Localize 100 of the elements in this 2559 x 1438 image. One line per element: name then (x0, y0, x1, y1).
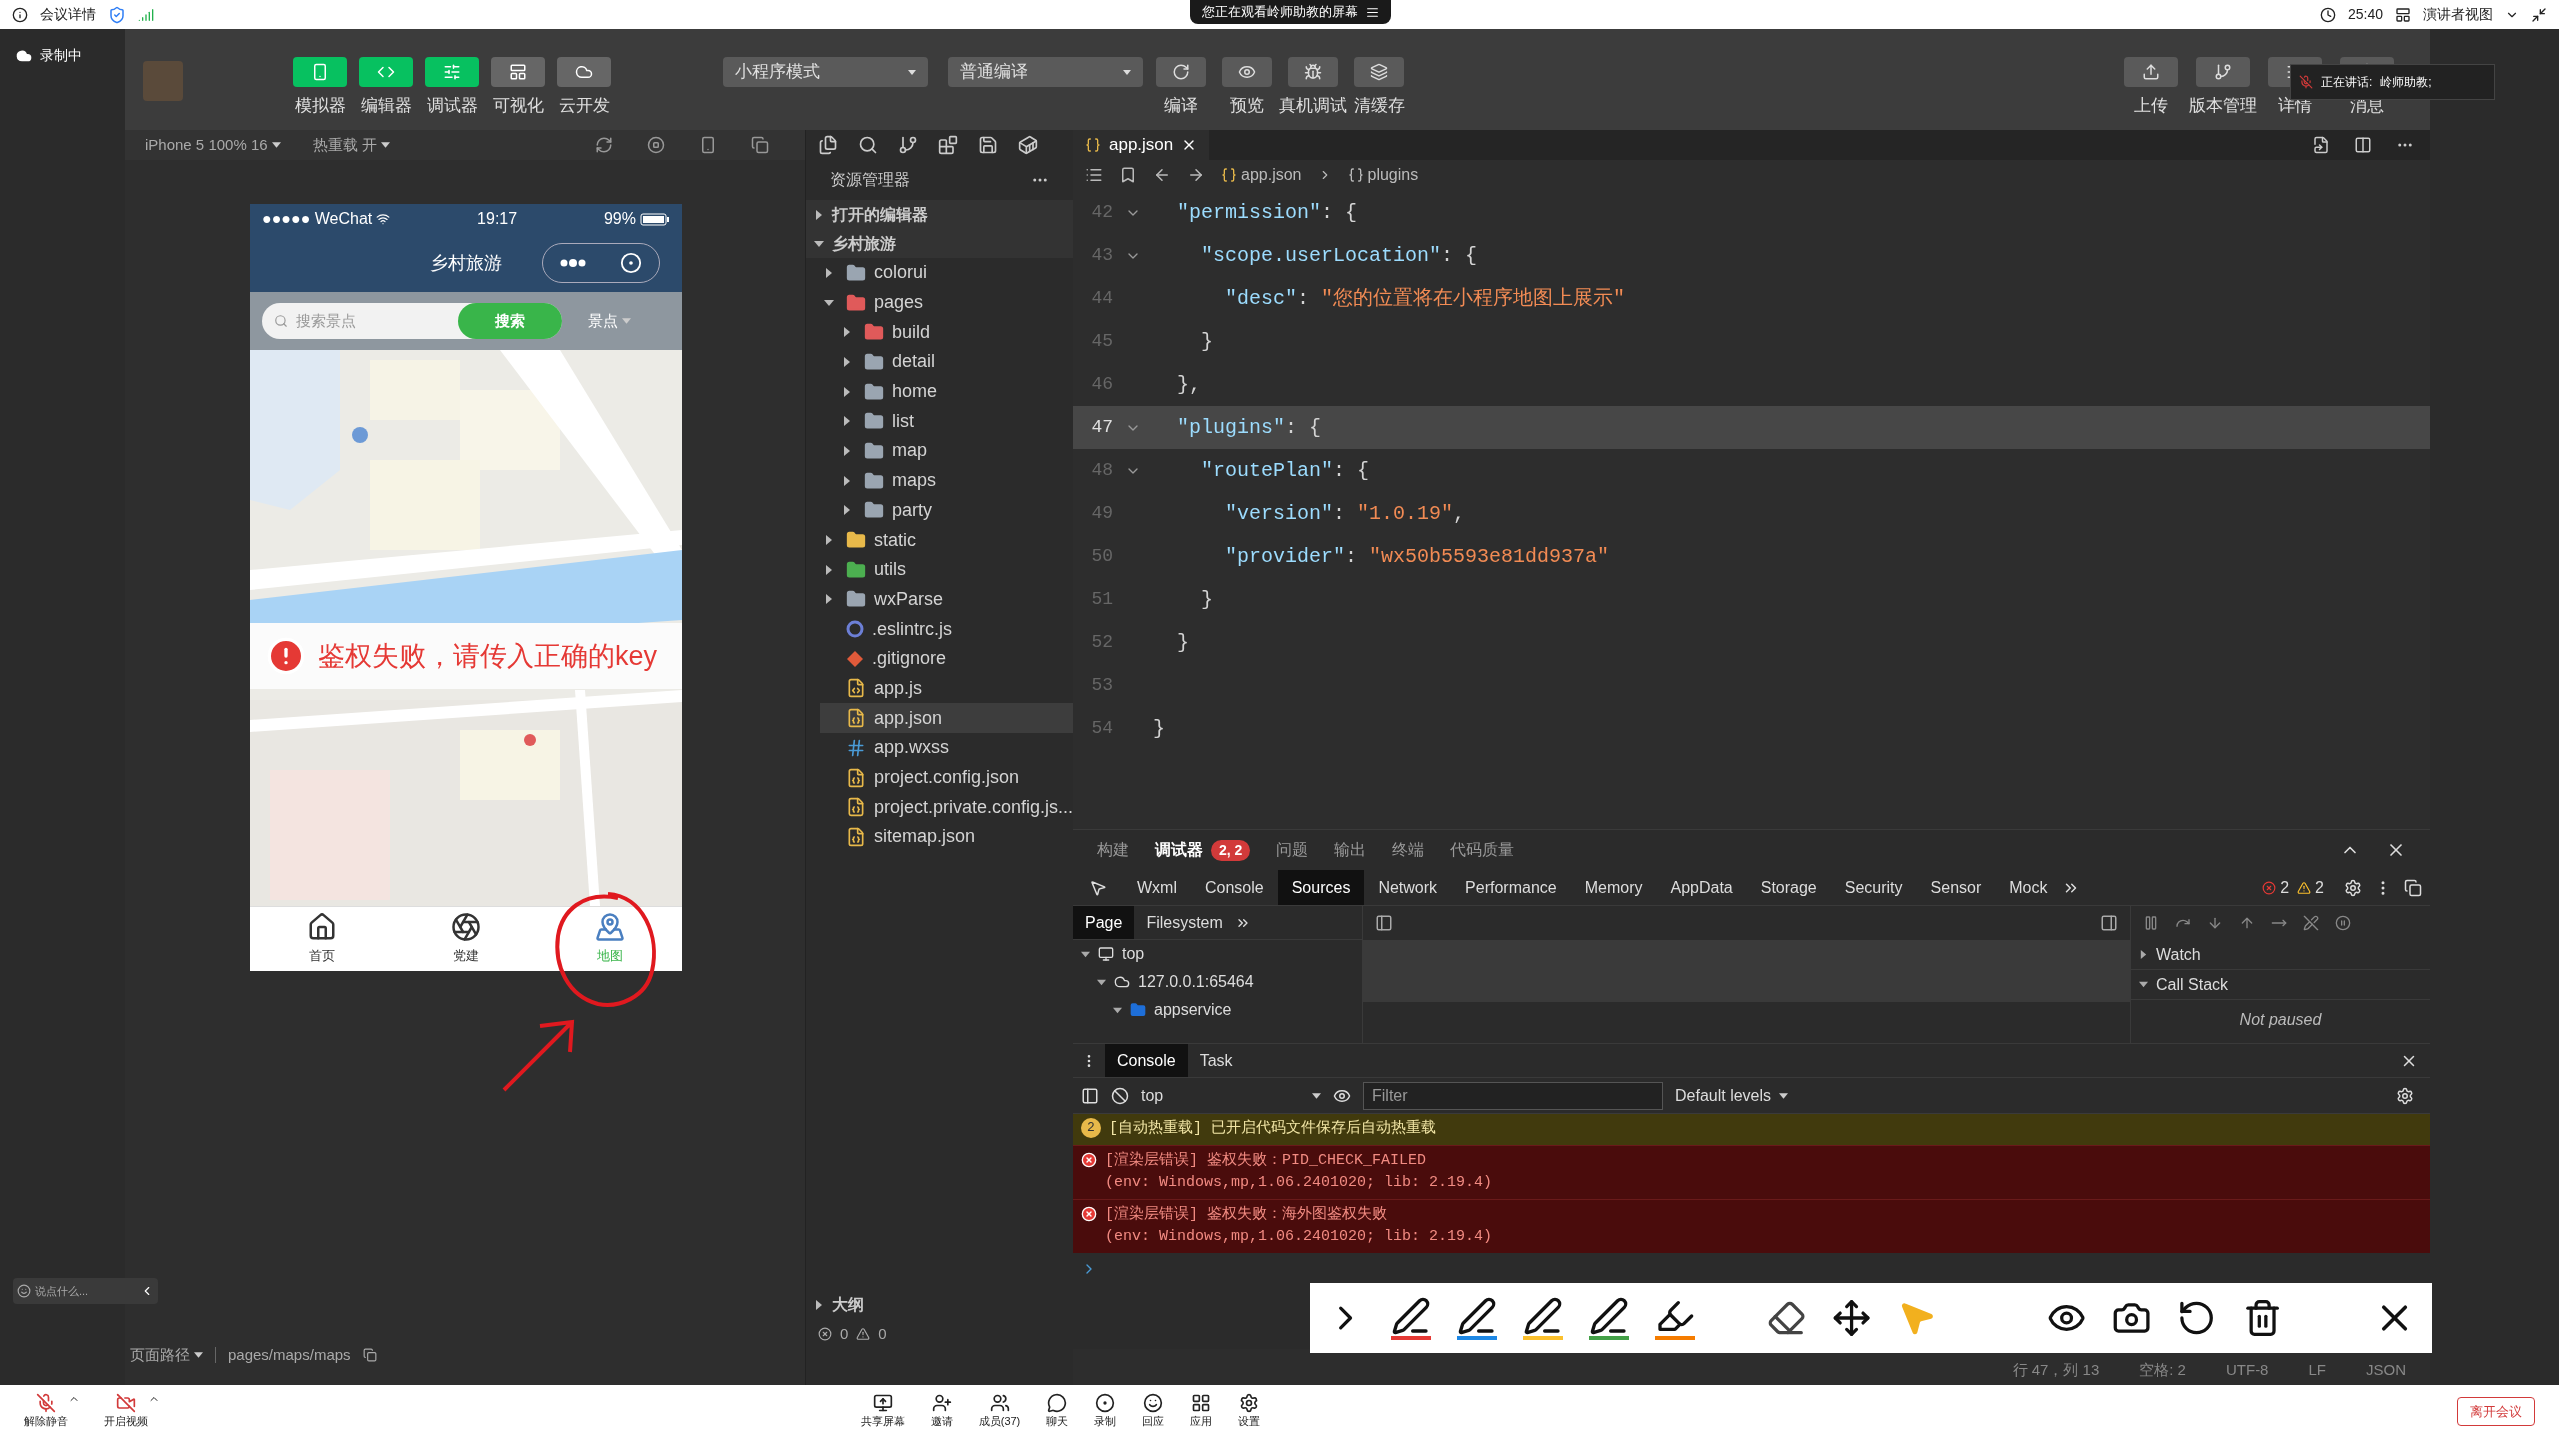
step-into-icon[interactable] (2207, 915, 2223, 931)
sources-tree-item[interactable]: top (1073, 940, 1362, 968)
devtools-tab[interactable]: Security (1830, 870, 1917, 905)
status-item[interactable]: 空格: 2 (2139, 1358, 2186, 1381)
devtools-tab[interactable]: Console (1191, 870, 1278, 905)
branch-icon[interactable] (898, 135, 918, 155)
pause-icon[interactable] (2143, 915, 2159, 931)
settings-icon[interactable] (2396, 1086, 2414, 1105)
file-tree-item[interactable]: .gitignore (820, 643, 1073, 674)
search-icon[interactable] (858, 135, 878, 155)
sources-tree-item[interactable]: appservice (1073, 996, 1362, 1024)
file-tree-item[interactable]: sitemap.json (820, 822, 1073, 852)
devtools-tab[interactable]: AppData (1656, 870, 1747, 905)
panel-tab[interactable]: 输出 (1334, 838, 1367, 862)
section-header[interactable]: 大纲 (806, 1290, 1073, 1319)
pen-tool[interactable] (1457, 1296, 1498, 1340)
toolbar-button[interactable] (1288, 57, 1338, 87)
toolbar-toggle[interactable] (557, 57, 611, 87)
section-header[interactable]: 乡村旅游 (806, 229, 1073, 258)
levels-select[interactable]: Default levels (1675, 1083, 1789, 1108)
settings-icon[interactable] (2344, 878, 2362, 897)
meeting-control[interactable]: 共享屏幕 (860, 1393, 905, 1430)
pause-exceptions-icon[interactable] (2335, 915, 2351, 931)
bookmark-icon[interactable] (1119, 166, 1137, 184)
file-tree-item[interactable]: static (820, 525, 1073, 555)
pen-tool[interactable] (1523, 1296, 1564, 1340)
file-tree-item[interactable]: app.json (820, 703, 1073, 733)
meeting-control[interactable]: 录制 (1094, 1393, 1117, 1430)
meeting-control[interactable]: 成员(37) (978, 1393, 1021, 1430)
compile-select[interactable]: 普通编译 (948, 57, 1143, 87)
toolbar-toggle[interactable] (293, 57, 347, 87)
section-header[interactable]: 打开的编辑器 (806, 200, 1073, 229)
status-item[interactable]: 行 47，列 13 (2012, 1358, 2100, 1381)
menu-icon[interactable] (1366, 5, 1379, 19)
view-mode[interactable]: 演讲者视图 (2423, 4, 2493, 25)
move-icon[interactable] (1831, 1298, 1872, 1338)
mode-select[interactable]: 小程序模式 (723, 57, 928, 87)
meeting-control[interactable]: 聊天 (1046, 1393, 1069, 1430)
panel-tab[interactable]: 调试器 2, 2 (1155, 838, 1251, 862)
file-tree-item[interactable]: build (838, 317, 1073, 348)
copy-icon[interactable] (362, 1348, 377, 1362)
breadcrumb-item[interactable]: app.json (1221, 163, 1302, 187)
sources-tree-item[interactable]: 127.0.0.1:65464 (1073, 968, 1362, 996)
status-item[interactable]: LF (2308, 1358, 2326, 1381)
meeting-control[interactable]: 设置 (1238, 1393, 1261, 1430)
step-out-icon[interactable] (2239, 915, 2255, 931)
device-select[interactable]: iPhone 5 100% 16 (145, 133, 281, 157)
toolbar-toggle[interactable] (359, 57, 413, 87)
phone-icon[interactable] (699, 136, 717, 154)
call-stack-header[interactable]: Call Stack (2131, 970, 2430, 1000)
leave-meeting-button[interactable]: 离开会议 (2457, 1396, 2535, 1427)
navigator-toggle-icon[interactable] (1375, 914, 1393, 932)
chat-input[interactable]: 说点什么... (13, 1278, 158, 1304)
tab-bar-item[interactable]: 党建 (451, 912, 481, 966)
file-tree-item[interactable]: app.js (820, 673, 1073, 704)
stop-icon[interactable] (647, 136, 665, 154)
drawer-tab[interactable]: Task (1187, 1044, 1245, 1077)
file-tree-item[interactable]: map (838, 436, 1073, 466)
toolbar-button[interactable] (2196, 57, 2250, 87)
context-select[interactable]: top (1141, 1083, 1321, 1108)
navigator-tab[interactable]: Page (1073, 906, 1135, 939)
file-tree-item[interactable]: party (838, 495, 1073, 526)
file-tree-item[interactable]: project.config.json (820, 762, 1073, 793)
refresh-icon[interactable] (595, 136, 613, 154)
panel-tab[interactable]: 代码质量 (1450, 838, 1515, 862)
file-tree-item[interactable]: colorui (820, 258, 1073, 288)
file-tree-item[interactable]: home (838, 376, 1073, 407)
file-tree-item[interactable]: maps (838, 465, 1073, 496)
filter-field[interactable]: Filter (1363, 1081, 1663, 1110)
file-tree-item[interactable]: project.private.config.js... (820, 792, 1073, 823)
meeting-control[interactable]: 解除静音 (24, 1393, 68, 1430)
forward-icon[interactable] (1187, 166, 1205, 184)
panel-tab[interactable]: 终端 (1392, 838, 1425, 862)
save-icon[interactable] (978, 135, 998, 155)
panel-tab[interactable]: 构建 (1097, 838, 1129, 862)
file-tree-item[interactable]: app.wxss (820, 733, 1073, 763)
drawer-tab[interactable]: Console (1105, 1044, 1188, 1077)
file-icon[interactable] (2312, 136, 2330, 154)
panel-tab[interactable]: 问题 (1276, 838, 1309, 862)
devtools-tab[interactable]: Wxml (1123, 870, 1191, 905)
devtools-tab[interactable]: Memory (1570, 870, 1657, 905)
status-item[interactable]: UTF-8 (2225, 1358, 2269, 1381)
inspect-icon[interactable] (1089, 878, 1107, 897)
pen-tool[interactable] (1391, 1296, 1432, 1340)
devtools-tab[interactable]: Sources (1277, 870, 1365, 905)
devtools-tab[interactable]: Sensor (1916, 870, 1996, 905)
back-icon[interactable] (1153, 166, 1171, 184)
file-tree-item[interactable]: pages (820, 287, 1073, 318)
page-path-select[interactable]: 页面路径 (130, 1343, 203, 1367)
toolbar-button[interactable] (1222, 57, 1272, 87)
meeting-title[interactable]: 会议详情 (40, 4, 96, 25)
toolbar-button[interactable] (1354, 57, 1404, 87)
split-icon[interactable] (2354, 136, 2372, 154)
hot-reload-select[interactable]: 热重载 开 (312, 133, 390, 157)
debugger-toggle-icon[interactable] (2100, 914, 2118, 932)
deactivate-breakpoints-icon[interactable] (2303, 915, 2319, 931)
list-icon[interactable] (1085, 166, 1103, 184)
toolbar-button[interactable] (1156, 57, 1206, 87)
pen-tool[interactable] (1589, 1296, 1630, 1340)
exit-fullscreen-icon[interactable] (2531, 6, 2547, 23)
